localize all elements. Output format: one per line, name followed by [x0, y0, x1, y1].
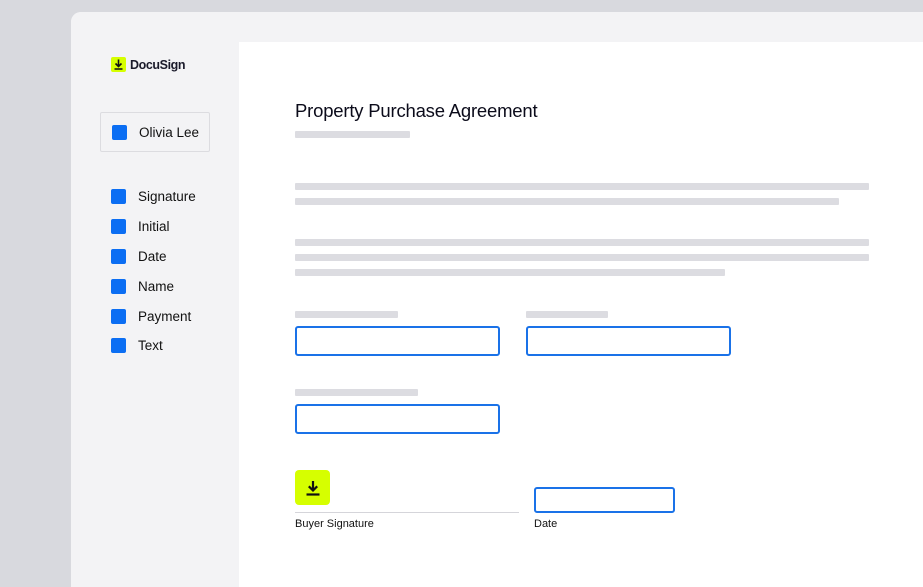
name-field-swatch-icon [111, 278, 126, 294]
field-item-name[interactable]: Name [111, 271, 196, 301]
signer-name: Olivia Lee [139, 124, 200, 140]
field-item-text[interactable]: Text [111, 331, 196, 361]
field-label: Text [138, 338, 163, 354]
field-label: Name [138, 278, 175, 294]
text-field-swatch-icon [111, 338, 126, 354]
field-label-placeholder [295, 389, 418, 396]
field-label-placeholder [526, 311, 608, 318]
placeholder-text-line [295, 183, 869, 190]
top-bar [239, 12, 923, 42]
field-item-date[interactable]: Date [111, 242, 196, 272]
text-input-3[interactable] [295, 404, 500, 434]
placeholder-text-line [295, 131, 410, 138]
document-title: Property Purchase Agreement [295, 100, 538, 121]
signer-color-swatch [112, 124, 127, 140]
field-label-placeholder [295, 311, 398, 318]
date-input[interactable] [534, 487, 675, 513]
date-caption: Date [534, 518, 558, 530]
text-input-2[interactable] [526, 326, 731, 356]
placeholder-text-line [295, 239, 869, 246]
placeholder-text-line [295, 254, 869, 261]
field-label: Initial [138, 219, 170, 235]
field-item-signature[interactable]: Signature [111, 182, 196, 212]
text-input-1[interactable] [295, 326, 500, 356]
brand-name: DocuSign [130, 57, 186, 72]
signature-field-swatch-icon [111, 189, 126, 205]
download-arrow-icon [306, 480, 319, 496]
docusign-mark-icon [111, 57, 126, 72]
field-label: Payment [138, 308, 192, 324]
field-label: Signature [138, 189, 196, 205]
date-field-swatch-icon [111, 248, 126, 264]
field-palette: Signature Initial Date Name Payment Text [111, 182, 196, 361]
placeholder-text-line [295, 198, 839, 205]
field-item-initial[interactable]: Initial [111, 212, 196, 242]
field-item-payment[interactable]: Payment [111, 301, 196, 331]
signature-tag[interactable] [295, 470, 330, 505]
signer-selector[interactable]: Olivia Lee [100, 112, 210, 152]
placeholder-text-line [295, 269, 725, 276]
signature-caption: Buyer Signature [295, 518, 374, 530]
field-label: Date [138, 248, 167, 264]
app-window: DocuSign Olivia Lee Signature Initial Da… [71, 12, 923, 587]
docusign-logo: DocuSign [111, 57, 186, 72]
payment-field-swatch-icon [111, 308, 126, 324]
initial-field-swatch-icon [111, 219, 126, 235]
sidebar: DocuSign Olivia Lee Signature Initial Da… [71, 12, 239, 587]
document-canvas: Property Purchase Agreement Buyer Signat… [239, 42, 923, 587]
signature-line [295, 512, 519, 513]
